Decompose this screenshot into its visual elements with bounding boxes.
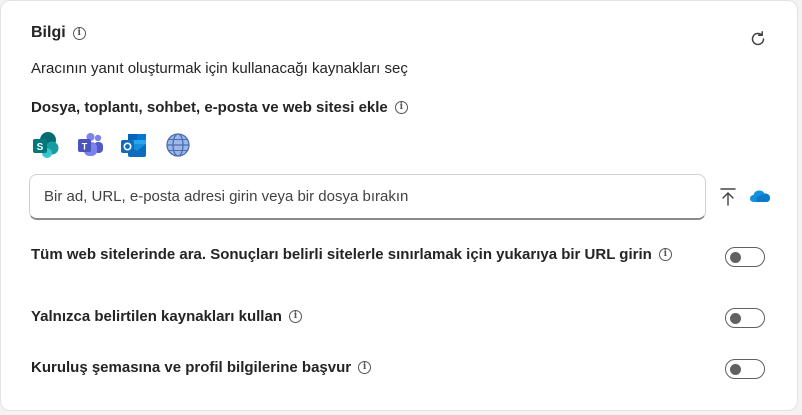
- web-search-toggle[interactable]: [725, 247, 765, 267]
- globe-icon[interactable]: [163, 130, 193, 160]
- option-row-specified-sources: Yalnızca belirtilen kaynakları kullan i: [31, 308, 302, 325]
- refresh-icon[interactable]: [749, 30, 767, 48]
- subtitle: Aracının yanıt oluşturmak için kullanaca…: [31, 60, 408, 77]
- add-sources-label: Dosya, toplantı, sohbet, e-posta ve web …: [31, 99, 388, 116]
- option-label-specified-sources: Yalnızca belirtilen kaynakları kullan: [31, 308, 282, 325]
- option-row-org-chart: Kuruluş şemasına ve profil bilgilerine b…: [31, 359, 372, 376]
- outlook-icon[interactable]: [119, 130, 149, 160]
- knowledge-card: Bilgi i Aracının yanıt oluşturmak için k…: [0, 0, 798, 411]
- info-icon[interactable]: i: [72, 26, 86, 40]
- specified-sources-toggle[interactable]: [725, 308, 765, 328]
- toggle-knob: [730, 251, 741, 263]
- card-title: Bilgi: [31, 24, 66, 41]
- org-chart-toggle[interactable]: [725, 359, 765, 379]
- source-icons: S T: [31, 130, 193, 160]
- source-search-input[interactable]: [30, 175, 705, 218]
- option-label-org-chart: Kuruluş şemasına ve profil bilgilerine b…: [31, 359, 352, 376]
- option-label-web-search: Tüm web sitelerinde ara. Sonuçları belir…: [31, 246, 652, 263]
- title-row: Bilgi i: [31, 24, 86, 42]
- add-sources-row: Dosya, toplantı, sohbet, e-posta ve web …: [31, 99, 408, 116]
- info-icon[interactable]: i: [288, 310, 302, 323]
- svg-text:T: T: [82, 142, 88, 152]
- toggle-knob: [730, 363, 741, 375]
- info-icon[interactable]: i: [358, 361, 372, 374]
- svg-text:S: S: [37, 142, 44, 153]
- onedrive-icon[interactable]: [749, 189, 771, 203]
- source-search-field[interactable]: [29, 174, 706, 220]
- toggle-knob: [730, 312, 741, 324]
- info-icon[interactable]: i: [394, 101, 408, 114]
- upload-icon[interactable]: [719, 187, 737, 207]
- info-icon[interactable]: i: [658, 248, 672, 261]
- teams-icon[interactable]: T: [75, 130, 105, 160]
- option-row-web-search: Tüm web sitelerinde ara. Sonuçları belir…: [31, 246, 672, 263]
- sharepoint-icon[interactable]: S: [31, 130, 61, 160]
